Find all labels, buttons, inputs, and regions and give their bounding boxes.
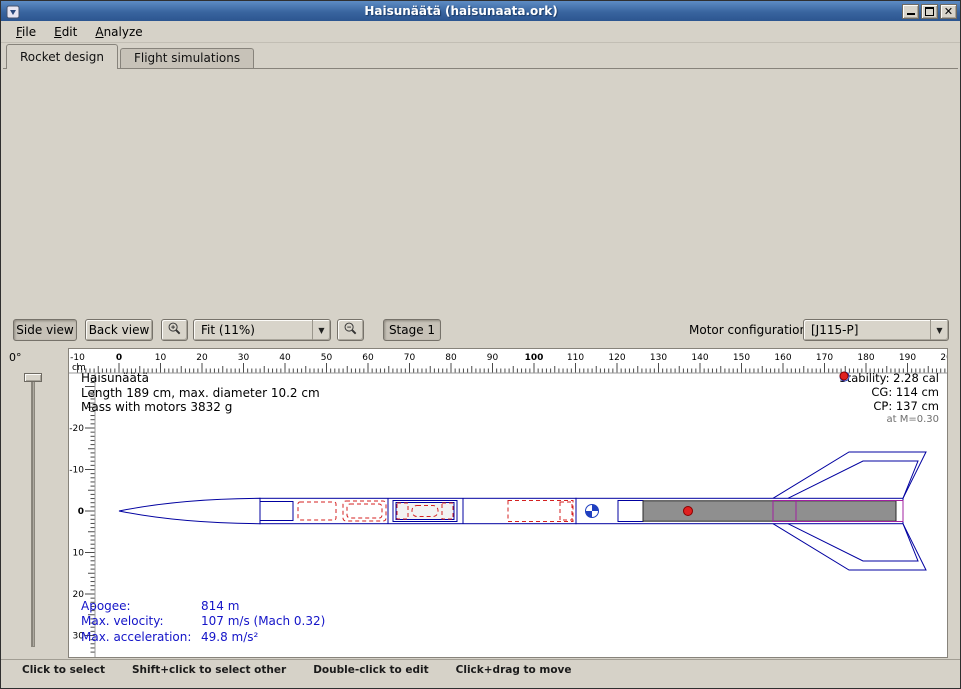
max-velocity-label: Max. velocity: bbox=[81, 614, 201, 630]
close-button[interactable]: ✕ bbox=[940, 4, 957, 19]
svg-text:190: 190 bbox=[899, 353, 916, 363]
menubar: FileEditAnalyze bbox=[1, 21, 960, 43]
rotation-slider-handle[interactable] bbox=[24, 373, 42, 382]
nose-cone-shape[interactable] bbox=[119, 498, 260, 523]
svg-text:150: 150 bbox=[733, 353, 750, 363]
cg-marker bbox=[586, 505, 599, 518]
chevron-down-icon[interactable]: ▼ bbox=[930, 320, 948, 340]
svg-text:-10: -10 bbox=[69, 466, 84, 476]
rotation-column: 0° bbox=[1, 349, 69, 657]
svg-text:170: 170 bbox=[816, 353, 833, 363]
stage-1-toggle[interactable]: Stage 1 bbox=[383, 319, 441, 341]
side-view-button[interactable]: Side view bbox=[13, 319, 77, 341]
tab-flight-simulations[interactable]: Flight simulations bbox=[120, 48, 254, 68]
apogee-label: Apogee: bbox=[81, 599, 201, 615]
hint-shift-click-to-select-other: Shift+click to select other bbox=[132, 664, 286, 676]
svg-text:130: 130 bbox=[650, 353, 667, 363]
back-view-button[interactable]: Back view bbox=[85, 319, 153, 341]
svg-text:0: 0 bbox=[116, 353, 122, 363]
openrocket-window: Haisunäätä (haisunaata.ork) ✕ FileEditAn… bbox=[0, 0, 961, 689]
svg-text:160: 160 bbox=[774, 353, 791, 363]
rotation-angle-label: 0° bbox=[9, 351, 22, 364]
svg-text:120: 120 bbox=[608, 353, 625, 363]
motor-shape[interactable] bbox=[643, 501, 896, 521]
svg-text:-10: -10 bbox=[70, 353, 85, 363]
rocket-design-page bbox=[3, 68, 958, 308]
minimize-button[interactable] bbox=[902, 4, 919, 19]
svg-text:40: 40 bbox=[279, 353, 291, 363]
zoom-select[interactable]: Fit (11%) ▼ bbox=[193, 319, 331, 341]
fin-lower-shape[interactable] bbox=[773, 524, 926, 570]
minimize-icon bbox=[907, 8, 915, 15]
svg-text:110: 110 bbox=[567, 353, 584, 363]
menu-analyze[interactable]: Analyze bbox=[86, 23, 151, 41]
svg-text:0: 0 bbox=[78, 507, 84, 517]
rocket-outline[interactable] bbox=[119, 452, 926, 570]
hint-double-click-to-edit: Double-click to edit bbox=[313, 664, 428, 676]
menu-file[interactable]: File bbox=[7, 23, 45, 41]
cp-marker bbox=[684, 507, 693, 516]
mach-note: at M=0.30 bbox=[887, 413, 940, 427]
svg-text:10: 10 bbox=[73, 549, 85, 559]
svg-text:200: 200 bbox=[940, 353, 947, 363]
zoom-in-icon bbox=[167, 321, 182, 336]
stability-info: Stability: 2.28 cal CG: 114 cm CP: 137 c… bbox=[839, 371, 939, 427]
hint-bar: Click to select Shift+click to select oth… bbox=[1, 659, 960, 680]
motor-configuration-label: Motor configuration: bbox=[689, 323, 811, 337]
tabbar: Rocket designFlight simulations bbox=[1, 43, 960, 68]
titlebar[interactable]: Haisunäätä (haisunaata.ork) ✕ bbox=[1, 1, 960, 21]
hint-click-drag-to-move: Click+drag to move bbox=[456, 664, 572, 676]
svg-text:30: 30 bbox=[238, 353, 250, 363]
zoom-select-value: Fit (11%) bbox=[201, 323, 255, 337]
max-acceleration-value: 49.8 m/s² bbox=[201, 630, 258, 644]
cg-value: CG: 114 cm bbox=[871, 385, 939, 399]
close-icon: ✕ bbox=[944, 6, 953, 17]
nose-shoulder-shape[interactable] bbox=[260, 502, 293, 521]
max-acceleration-label: Max. acceleration: bbox=[81, 630, 201, 646]
bulkhead-shape[interactable] bbox=[560, 502, 572, 520]
zoom-out-icon bbox=[343, 321, 358, 336]
motor-configuration-select[interactable]: [J115-P] ▼ bbox=[803, 319, 949, 341]
tab-rocket-design[interactable]: Rocket design bbox=[6, 44, 118, 69]
rocket-figure-canvas[interactable]: -100102030405060708090100110120130140150… bbox=[69, 349, 947, 657]
rocket-mass: Mass with motors 3832 g bbox=[81, 400, 320, 415]
svg-text:10: 10 bbox=[155, 353, 167, 363]
svg-text:100: 100 bbox=[525, 353, 544, 363]
menu-edit[interactable]: Edit bbox=[45, 23, 86, 41]
tube-coupler-shape[interactable] bbox=[508, 501, 573, 522]
motor-configuration-value: [J115-P] bbox=[811, 323, 858, 337]
cp-value: CP: 137 cm bbox=[873, 399, 939, 413]
svg-text:50: 50 bbox=[321, 353, 333, 363]
svg-text:140: 140 bbox=[691, 353, 708, 363]
rocket-dimensions: Length 189 cm, max. diameter 10.2 cm bbox=[81, 386, 320, 401]
maximize-icon bbox=[925, 7, 934, 16]
shock-cord-shape[interactable] bbox=[298, 502, 336, 520]
rocket-info: Haisunäätä Length 189 cm, max. diameter … bbox=[81, 371, 320, 415]
rocket-name: Haisunäätä bbox=[81, 371, 320, 386]
svg-text:80: 80 bbox=[445, 353, 457, 363]
svg-text:180: 180 bbox=[857, 353, 874, 363]
chevron-down-icon[interactable]: ▼ bbox=[312, 320, 330, 340]
window-title: Haisunäätä (haisunaata.ork) bbox=[20, 4, 902, 18]
window-controls: ✕ bbox=[902, 4, 957, 19]
svg-text:90: 90 bbox=[487, 353, 499, 363]
svg-text:20: 20 bbox=[196, 353, 208, 363]
flight-summary: Apogee:814 m Max. velocity:107 m/s (Mach… bbox=[81, 599, 325, 646]
cp-marker-icon bbox=[839, 371, 849, 381]
rotation-slider[interactable] bbox=[31, 375, 35, 647]
window-icon bbox=[6, 4, 20, 18]
fin-upper-shape[interactable] bbox=[773, 452, 926, 498]
maximize-button[interactable] bbox=[921, 4, 938, 19]
svg-text:-20: -20 bbox=[69, 424, 84, 434]
svg-text:60: 60 bbox=[362, 353, 374, 363]
hint-click-to-select: Click to select bbox=[22, 664, 105, 676]
zoom-out-button[interactable] bbox=[337, 319, 364, 341]
max-velocity-value: 107 m/s (Mach 0.32) bbox=[201, 614, 325, 628]
svg-text:70: 70 bbox=[404, 353, 416, 363]
stability-value: Stability: 2.28 cal bbox=[839, 371, 939, 385]
zoom-in-button[interactable] bbox=[161, 319, 188, 341]
apogee-value: 814 m bbox=[201, 599, 239, 613]
